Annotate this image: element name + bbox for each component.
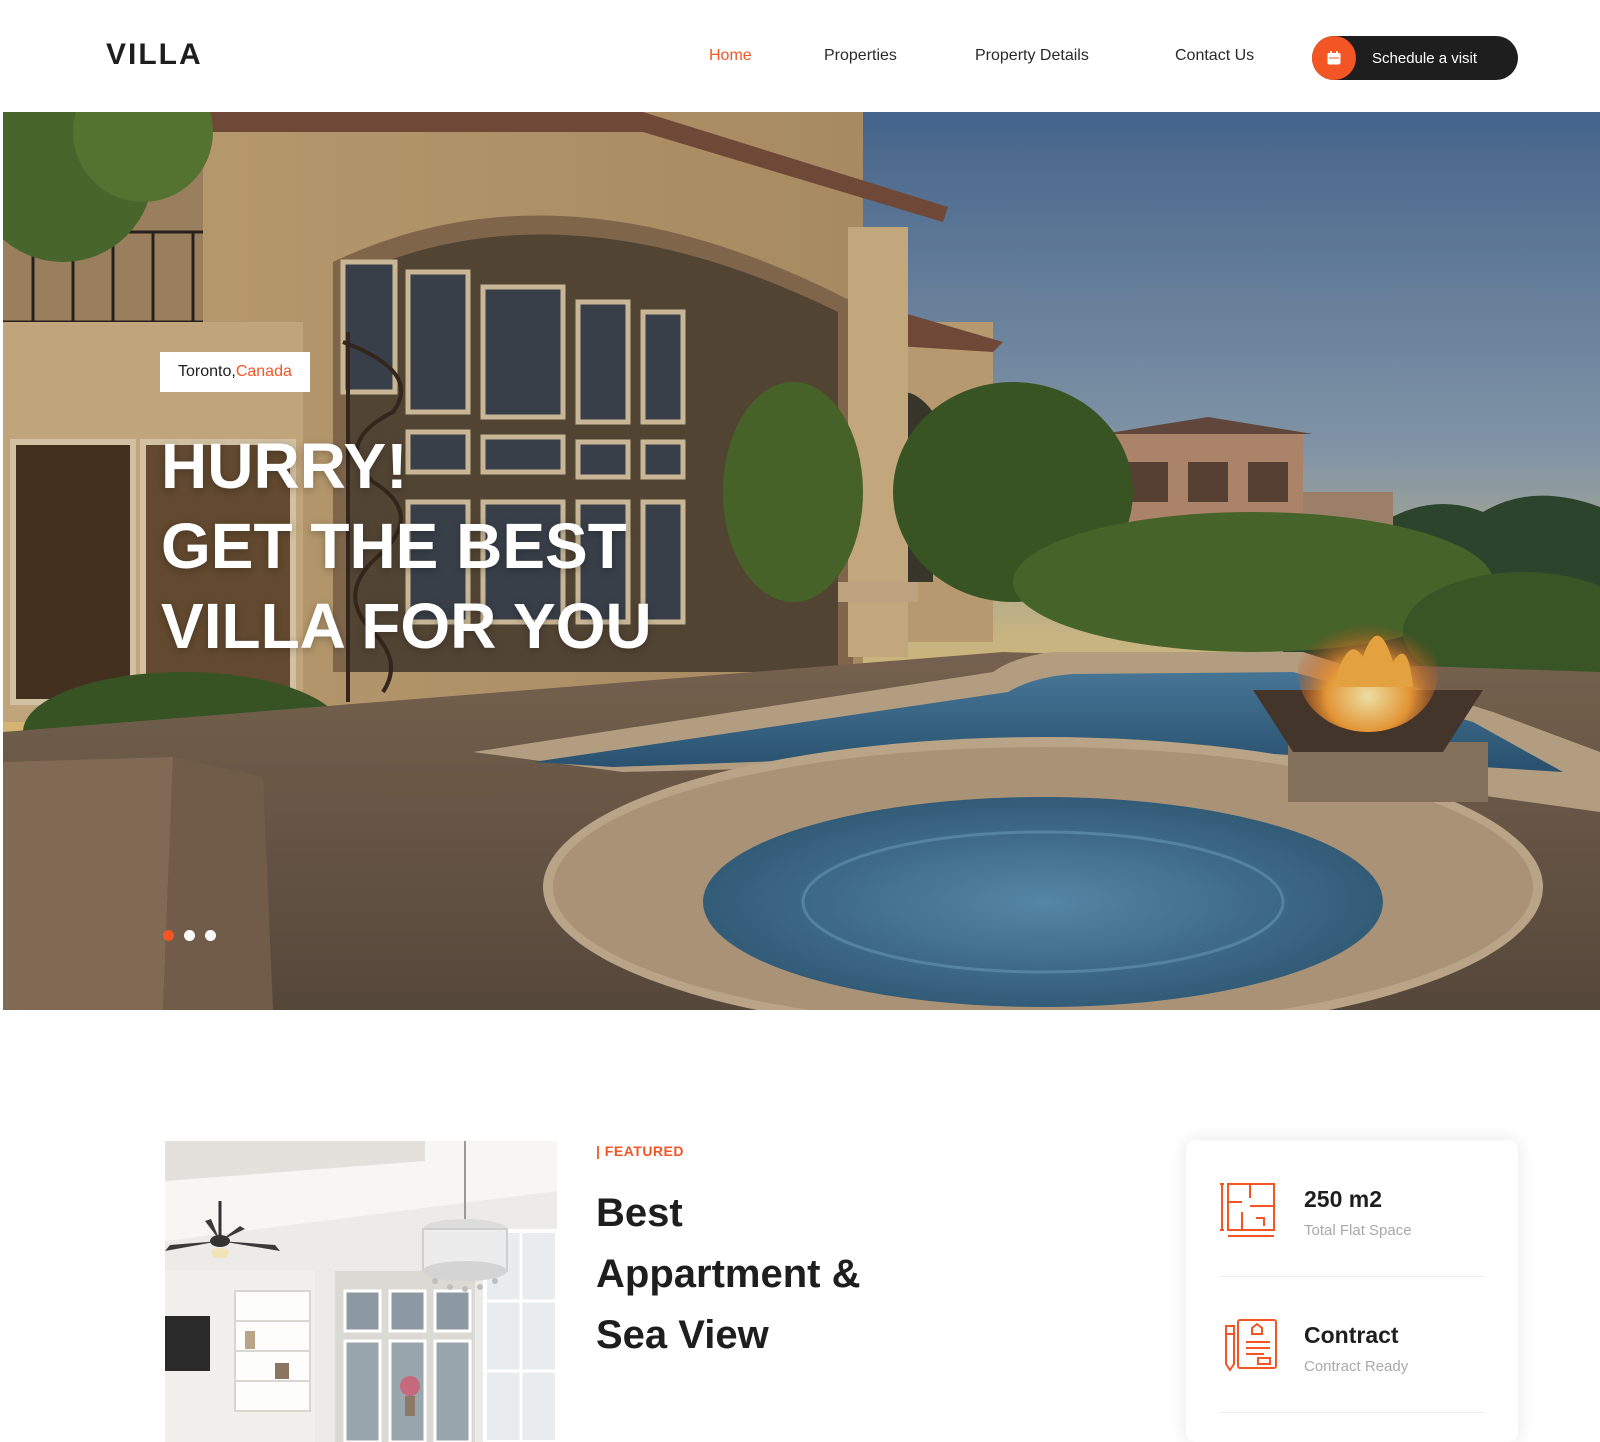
schedule-visit-label: Schedule a visit: [1372, 49, 1478, 67]
hero-title-line-2: GET THE BEST: [161, 510, 627, 582]
site-logo[interactable]: VILLA: [106, 38, 203, 72]
info-item-contract: Contract Contract Ready: [1220, 1306, 1484, 1396]
info-divider: [1220, 1412, 1484, 1413]
floor-plan-icon: [1220, 1178, 1280, 1238]
info-item-flat-space: 250 m2 Total Flat Space: [1220, 1170, 1484, 1260]
flat-space-label: Total Flat Space: [1304, 1222, 1412, 1239]
hero-slider: Toronto, Canada HURRY! GET THE BEST VILL…: [3, 112, 1600, 1010]
hero-title-line-1: HURRY!: [161, 430, 408, 502]
contract-label: Contract Ready: [1304, 1358, 1409, 1375]
calendar-icon: [1312, 36, 1356, 80]
nav-property-details[interactable]: Property Details: [975, 47, 1089, 65]
slider-dot-3[interactable]: [205, 930, 216, 941]
schedule-visit-button[interactable]: Schedule a visit: [1312, 36, 1518, 80]
featured-title-line-1: Best: [596, 1191, 683, 1235]
flat-space-value: 250 m2: [1304, 1186, 1383, 1212]
nav-contact-us[interactable]: Contact Us: [1175, 47, 1254, 65]
featured-title: Best Appartment & Sea View: [596, 1183, 860, 1366]
featured-title-line-2: Appartment &: [596, 1252, 861, 1296]
location-badge: Toronto, Canada: [160, 352, 310, 392]
location-country: Canada: [235, 363, 292, 380]
info-divider: [1220, 1276, 1484, 1277]
hero-title-line-3: VILLA FOR YOU: [161, 590, 652, 662]
nav-home[interactable]: Home: [709, 47, 752, 65]
featured-title-line-3: Sea View: [596, 1313, 769, 1357]
site-header: VILLA Home Properties Property Details C…: [0, 0, 1600, 112]
location-city: Toronto,: [178, 363, 236, 380]
featured-info-card: 250 m2 Total Flat Space Contract Contrac…: [1186, 1140, 1518, 1442]
nav-properties[interactable]: Properties: [824, 47, 897, 65]
featured-tag: | FEATURED: [596, 1143, 684, 1159]
featured-interior-image: [165, 1141, 557, 1442]
slider-dot-1[interactable]: [163, 930, 174, 941]
hero-title: HURRY! GET THE BEST VILLA FOR YOU: [161, 426, 652, 666]
slider-dot-2[interactable]: [184, 930, 195, 941]
contract-value: Contract: [1304, 1322, 1399, 1348]
contract-icon: [1220, 1314, 1280, 1374]
slider-dots: [163, 930, 216, 941]
